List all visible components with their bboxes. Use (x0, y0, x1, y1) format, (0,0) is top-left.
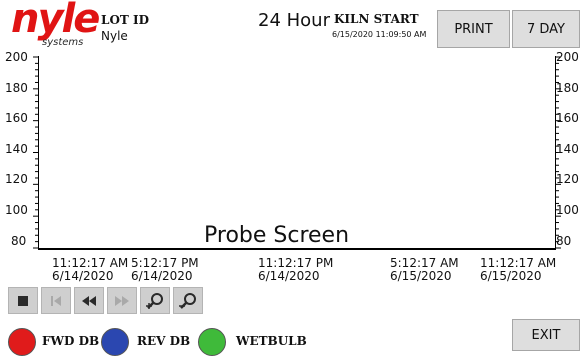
x-tick-label: 11:12:17 AM 6/14/2020 (52, 257, 128, 283)
time-range-label: 24 Hour (258, 10, 330, 31)
rev-db-indicator-icon (101, 328, 129, 356)
x-tick-label: 11:12:17 AM 6/15/2020 (480, 257, 556, 283)
kiln-start-label: KILN START (334, 12, 419, 26)
wetbulb-indicator-icon (198, 328, 226, 356)
lot-id-value: Nyle (101, 29, 128, 43)
y-tick-label-left: 140 (5, 142, 28, 156)
y-tick-label-right: 180 (556, 81, 579, 95)
y-tick-label-left: 160 (5, 111, 28, 125)
y-tick-label-right: 100 (556, 203, 579, 217)
y-tick-label-right: 200 (556, 50, 579, 64)
y-tick-label-left: 180 (5, 81, 28, 95)
y-tick-label-left: 120 (5, 172, 28, 186)
nyle-logo: nyle systems (4, 0, 100, 48)
seven-day-button[interactable]: 7 DAY (512, 10, 580, 48)
fast-forward-button[interactable] (107, 287, 137, 314)
logo-subtext: systems (42, 37, 84, 48)
stop-button[interactable] (8, 287, 38, 314)
x-tick-date: 6/14/2020 (52, 269, 114, 283)
y-tick-label-right: 160 (556, 111, 579, 125)
x-tick-label: 11:12:17 PM 6/14/2020 (258, 257, 333, 283)
x-tick-date: 6/14/2020 (258, 269, 320, 283)
rev-db-label: REV DB (137, 334, 191, 348)
y-tick-label-right: 140 (556, 142, 579, 156)
print-button[interactable]: PRINT (437, 10, 510, 48)
y-tick-label-left: 100 (5, 203, 28, 217)
skip-back-button[interactable] (41, 287, 71, 314)
x-tick-date: 6/15/2020 (390, 269, 452, 283)
y-tick-label-left: 80 (11, 234, 27, 248)
left-tick-marks (33, 56, 38, 249)
zoom-in-button[interactable] (140, 287, 170, 314)
stop-icon (18, 295, 28, 306)
exit-button[interactable]: EXIT (512, 319, 580, 351)
fast-forward-icon (115, 295, 129, 306)
x-tick-date: 6/14/2020 (131, 269, 193, 283)
wetbulb-label: WETBULB (236, 334, 307, 348)
kiln-start-date: 6/15/2020 11:09:50 AM (332, 30, 427, 39)
zoom-out-icon (179, 292, 196, 309)
y-tick-label-right: 120 (556, 172, 579, 186)
fwd-db-indicator-icon (8, 328, 36, 356)
skip-back-icon (51, 295, 61, 306)
rewind-button[interactable] (74, 287, 104, 314)
x-tick-label: 5:12:17 AM 6/15/2020 (390, 257, 459, 283)
x-tick-date: 6/15/2020 (480, 269, 542, 283)
logo-text: nyle (11, 0, 100, 42)
rewind-icon (82, 295, 96, 306)
y-tick-label-right: 80 (556, 234, 572, 248)
lot-id-label: LOT ID (101, 13, 150, 27)
zoom-in-icon (146, 292, 163, 309)
x-tick-label: 5:12:17 PM 6/14/2020 (131, 257, 199, 283)
y-tick-label-left: 200 (5, 50, 28, 64)
chart-title: Probe Screen (204, 223, 350, 248)
zoom-out-button[interactable] (173, 287, 203, 314)
fwd-db-label: FWD DB (42, 334, 100, 348)
